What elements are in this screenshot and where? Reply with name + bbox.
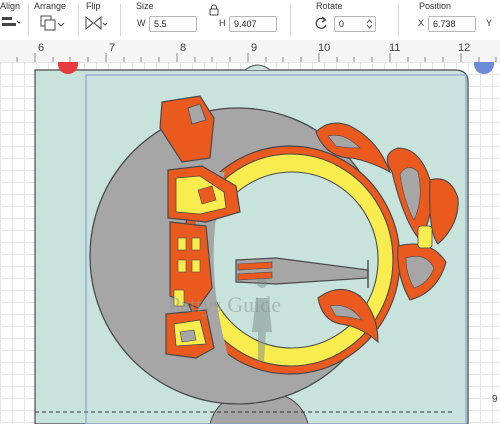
size-label: Size (136, 1, 154, 11)
rotate-field[interactable]: 0 (334, 16, 376, 32)
ruler-mark-11: 11 (389, 42, 401, 54)
rotate-icon (315, 16, 327, 29)
ruler-mark-6: 6 (38, 42, 45, 54)
arrange-button[interactable] (40, 15, 66, 36)
ruler-mark-9: 9 (251, 42, 258, 54)
position-label: Position (419, 1, 452, 11)
lock-ratio-button[interactable] (209, 3, 219, 21)
height-field[interactable]: 9.407 (229, 16, 277, 32)
ruler-mark-12: 12 (458, 42, 471, 54)
flip-icon (85, 15, 108, 31)
rotate-button[interactable] (314, 16, 328, 35)
width-key: W (137, 18, 146, 28)
align-button[interactable] (2, 15, 22, 34)
design-canvas[interactable]: Pattys Guide 9 (0, 62, 500, 424)
lock-icon (209, 4, 219, 16)
horizontal-ruler[interactable]: 6 7 8 9 10 11 12 (0, 40, 500, 63)
align-label: Align (0, 1, 21, 11)
top-toolbar: Align Arrange Flip Size W 5.5 H 9.407 Ro… (0, 0, 500, 41)
rotate-label: Rotate (316, 1, 343, 11)
width-field[interactable]: 5.5 (149, 16, 197, 32)
flip-label: Flip (86, 1, 101, 11)
flip-button[interactable] (84, 15, 108, 36)
stepper-arrows-icon (366, 19, 373, 29)
height-key: H (219, 18, 226, 28)
y-key: Y (486, 18, 493, 28)
arrange-label: Arrange (34, 1, 67, 11)
x-key: X (418, 18, 425, 28)
align-icon (2, 17, 22, 26)
ruler-mark-10: 10 (318, 42, 331, 54)
arrange-icon (40, 15, 65, 31)
vertical-ruler-mark: 9 (492, 394, 498, 405)
rotate-handle[interactable] (474, 62, 494, 74)
ruler-mark-8: 8 (180, 42, 187, 54)
x-position-field[interactable]: 6.738 (428, 16, 476, 32)
rotate-value: 0 (339, 19, 345, 29)
ruler-mark-7: 7 (109, 42, 116, 54)
